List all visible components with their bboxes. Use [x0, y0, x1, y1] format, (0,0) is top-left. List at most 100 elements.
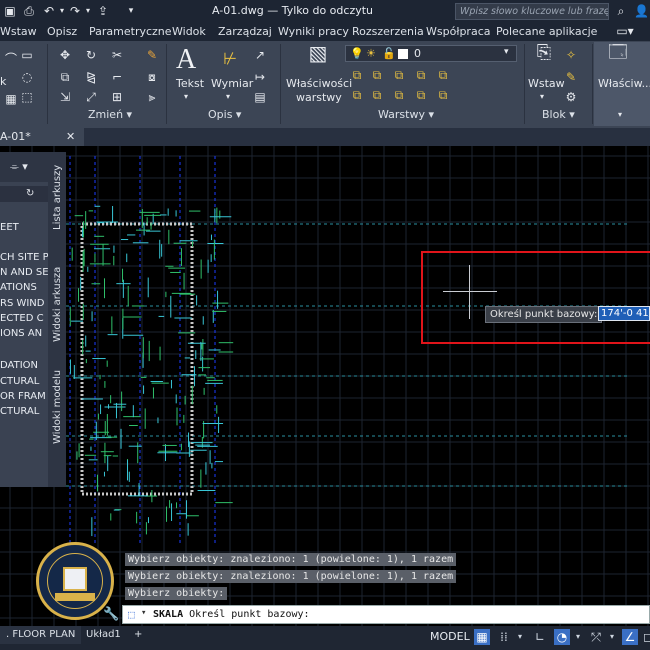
command-dropdown-icon[interactable]: ▾: [141, 608, 146, 618]
undo-dropdown-icon[interactable]: ▾: [55, 4, 69, 18]
create-block-icon[interactable]: ✧: [564, 48, 578, 62]
rotate-icon[interactable]: ↻: [84, 48, 98, 62]
dimension-dropdown-icon[interactable]: ▾: [226, 92, 230, 101]
tab-polecane-aplikacje[interactable]: Polecane aplikacje: [496, 25, 597, 38]
explode-icon[interactable]: ⧇: [145, 70, 159, 84]
sheet-set-dropdown-icon[interactable]: ⌯ ▾: [10, 160, 28, 174]
table-icon[interactable]: ▤: [253, 90, 267, 104]
isodraft-dropdown-icon[interactable]: ▾: [604, 629, 620, 645]
text-tool-label[interactable]: Tekst: [176, 77, 204, 90]
array-icon[interactable]: ⊞: [110, 90, 124, 104]
document-tab[interactable]: A-01* ✕: [0, 128, 84, 146]
layer-tool-9-icon[interactable]: ⧉: [414, 88, 428, 102]
print-icon[interactable]: ⎙: [22, 4, 36, 18]
trim-icon[interactable]: ✂: [110, 48, 124, 62]
insert-dropdown-icon[interactable]: ▾: [540, 92, 544, 101]
model-space-button[interactable]: MODEL: [430, 630, 470, 643]
grid-toggle-icon[interactable]: ▦: [474, 629, 490, 645]
sheet-item[interactable]: EET: [0, 222, 19, 233]
layer-tool-7-icon[interactable]: ⧉: [370, 88, 384, 102]
command-line-input[interactable]: ⬚ ▾ SKALA Określ punkt bazowy:: [122, 605, 650, 624]
scale-icon[interactable]: ⤢: [84, 90, 98, 104]
close-tab-icon[interactable]: ✕: [66, 130, 75, 143]
ortho-icon[interactable]: ∟: [532, 629, 548, 645]
polar-dropdown-icon[interactable]: ▾: [570, 629, 586, 645]
offset-icon[interactable]: ⫸: [145, 90, 159, 104]
sheet-item[interactable]: OR FRAM: [0, 391, 46, 402]
copy-icon[interactable]: ⧉: [58, 70, 72, 84]
draw-arc-icon[interactable]: ⌒: [4, 52, 18, 66]
sheet-item[interactable]: CTURAL: [0, 376, 39, 387]
tab-wyniki-pracy[interactable]: Wyniki pracy: [278, 25, 349, 38]
layout-tab-uklad1[interactable]: Układ1: [80, 626, 127, 644]
tab-widoki-modelu[interactable]: Widoki modelu: [52, 370, 63, 444]
layer-tool-8-icon[interactable]: ⧉: [392, 88, 406, 102]
layer-tool-10-icon[interactable]: ⧉: [436, 88, 450, 102]
tab-zarzadzaj[interactable]: Zarządzaj: [218, 25, 272, 38]
search-icon[interactable]: ⌕: [614, 4, 628, 18]
object-snap-tracking-icon[interactable]: ∠: [622, 629, 638, 645]
dimstyle-icon[interactable]: ↦: [253, 70, 267, 84]
text-tool-icon[interactable]: A: [176, 44, 196, 76]
mirror-icon[interactable]: ⧎: [84, 70, 98, 84]
layer-tool-3-icon[interactable]: ⧉: [392, 68, 406, 82]
sheet-item[interactable]: ECTED C: [0, 313, 44, 324]
draw-circle-icon[interactable]: ◌: [20, 70, 34, 84]
share-icon[interactable]: ⇪: [96, 4, 110, 18]
sheet-item[interactable]: N AND SE: [0, 267, 49, 278]
layer-dropdown-chevron-icon[interactable]: ▾: [504, 47, 509, 57]
properties-icon[interactable]: 🗔: [606, 44, 630, 70]
insert-block-icon[interactable]: ⎘: [532, 44, 556, 70]
sheet-item[interactable]: CH SITE P: [0, 252, 49, 263]
sheet-item[interactable]: DATION: [0, 360, 38, 371]
sheet-item[interactable]: ATIONS: [0, 282, 37, 293]
fillet-icon[interactable]: ⌐: [110, 70, 124, 84]
layer-tool-6-icon[interactable]: ⧉: [350, 88, 364, 102]
insert-block-label[interactable]: Wstaw: [528, 77, 565, 90]
layer-tool-1-icon[interactable]: ⧉: [350, 68, 364, 82]
tab-opisz[interactable]: Opisz: [47, 25, 77, 38]
sheet-item[interactable]: RS WIND: [0, 298, 45, 309]
erase-icon[interactable]: ✎: [145, 48, 159, 62]
add-layout-button[interactable]: +: [128, 626, 148, 644]
tab-wstaw[interactable]: Wstaw: [0, 25, 37, 38]
layer-dropdown[interactable]: 💡 ☀ 🔓 0 ▾: [345, 45, 517, 62]
tab-parametryczne[interactable]: Parametryczne: [89, 25, 172, 38]
ribbon-options-icon[interactable]: ▭▾: [610, 24, 640, 38]
layer-properties-icon[interactable]: ▧: [305, 43, 331, 72]
redo-icon[interactable]: ↷: [68, 4, 82, 18]
edit-block-icon[interactable]: ✎: [564, 70, 578, 84]
undo-icon[interactable]: ↶: [42, 4, 56, 18]
coordinate-input[interactable]: 174'-0 41/1: [598, 306, 650, 321]
sheet-item[interactable]: CTURAL: [0, 406, 39, 417]
snap-icon[interactable]: ⁞⁞: [496, 629, 512, 645]
redo-dropdown-icon[interactable]: ▾: [81, 4, 95, 18]
dimension-tool-label[interactable]: Wymiar: [211, 77, 253, 90]
layer-tool-4-icon[interactable]: ⧉: [414, 68, 428, 82]
draw-region-icon[interactable]: ⬚: [20, 90, 34, 104]
tab-wspolpraca[interactable]: Współpraca: [426, 25, 490, 38]
osnap-icon[interactable]: ◻: [640, 629, 650, 645]
layout-tab-floor-plan[interactable]: . FLOOR PLAN: [0, 626, 82, 644]
stretch-icon[interactable]: ⇲: [58, 90, 72, 104]
customize-wrench-icon[interactable]: 🔧: [103, 607, 119, 622]
layer-properties-label-2[interactable]: warstwy: [296, 91, 342, 104]
command-recent-icon[interactable]: ⬚: [128, 608, 135, 621]
layer-tool-5-icon[interactable]: ⧉: [436, 68, 450, 82]
isodraft-icon[interactable]: ⤱: [588, 629, 604, 645]
tab-widok[interactable]: Widok: [172, 25, 206, 38]
polar-tracking-icon[interactable]: ◔: [554, 629, 570, 645]
properties-dropdown-icon[interactable]: ▾: [618, 110, 622, 119]
leader-icon[interactable]: ↗: [253, 48, 267, 62]
sheet-item[interactable]: IONS AN: [0, 328, 42, 339]
search-input[interactable]: Wpisz słowo kluczowe lub frazę: [455, 3, 609, 20]
draw-rect-icon[interactable]: ▭: [20, 48, 34, 62]
tab-rozszerzenia[interactable]: Rozszerzenia: [352, 25, 424, 38]
layer-tool-2-icon[interactable]: ⧉: [370, 68, 384, 82]
refresh-icon[interactable]: ↻: [26, 188, 34, 199]
dimension-tool-icon[interactable]: ⊬: [218, 51, 242, 72]
move-icon[interactable]: ✥: [58, 48, 72, 62]
qat-dropdown-icon[interactable]: ▾: [124, 4, 138, 18]
attribute-icon[interactable]: ⚙: [564, 90, 578, 104]
text-tool-dropdown-icon[interactable]: ▾: [184, 92, 188, 101]
